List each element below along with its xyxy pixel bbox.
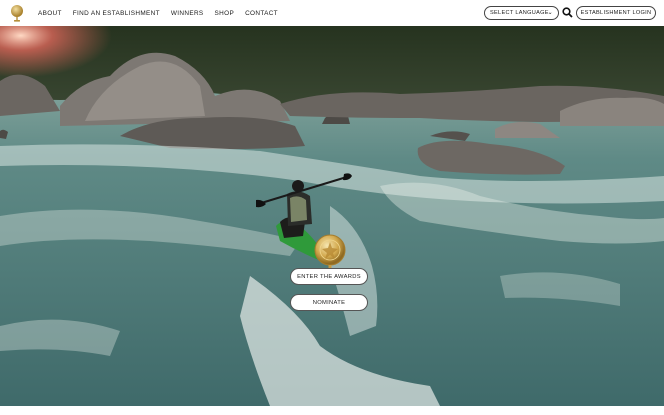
establishment-login-button[interactable]: ESTABLISHMENT LOGIN — [576, 6, 656, 20]
award-seal-icon[interactable] — [10, 4, 24, 23]
nav-about[interactable]: ABOUT — [38, 10, 62, 17]
footer-strip — [0, 406, 664, 415]
nav-find-establishment[interactable]: FIND AN ESTABLISHMENT — [73, 10, 160, 17]
chevron-down-icon: ⌄ — [547, 10, 553, 16]
nav-contact[interactable]: CONTACT — [245, 10, 278, 17]
nominate-button[interactable]: NOMINATE — [290, 294, 368, 311]
enter-awards-button[interactable]: ENTER THE AWARDS — [290, 268, 368, 285]
language-select[interactable]: SELECT LANGUAGE ⌄ — [484, 6, 559, 20]
hero-banner: ENTER THE AWARDS NOMINATE — [0, 26, 664, 406]
nav-winners[interactable]: WINNERS — [171, 10, 204, 17]
hero-image — [0, 26, 664, 406]
language-select-label: SELECT LANGUAGE — [490, 10, 549, 16]
top-navigation: ABOUT FIND AN ESTABLISHMENT WINNERS SHOP… — [0, 0, 664, 26]
search-icon[interactable] — [562, 7, 573, 18]
main-menu: ABOUT FIND AN ESTABLISHMENT WINNERS SHOP… — [38, 0, 289, 26]
nav-shop[interactable]: SHOP — [215, 10, 235, 17]
